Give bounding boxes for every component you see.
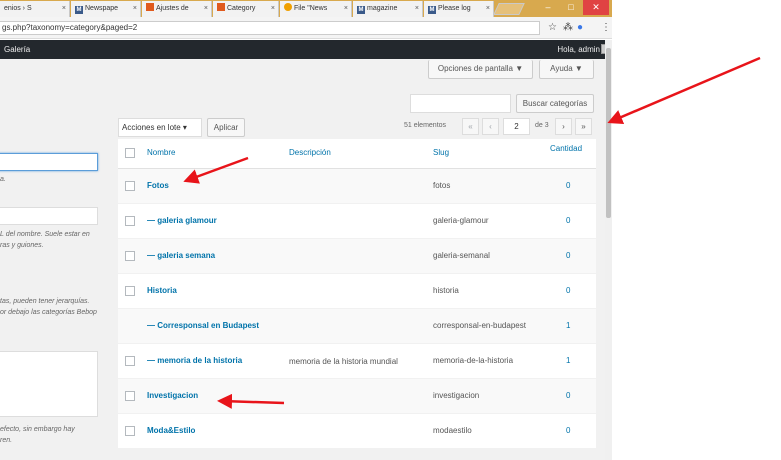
annotation-arrow-pagination — [607, 56, 761, 124]
annotation-arrow-investigacion — [217, 393, 285, 409]
annotation-arrows — [183, 56, 761, 409]
screenshot-frame: enios › S × M Newspape × Ajustes de × Cat… — [0, 0, 781, 460]
annotation-arrow-fotos — [183, 156, 249, 184]
